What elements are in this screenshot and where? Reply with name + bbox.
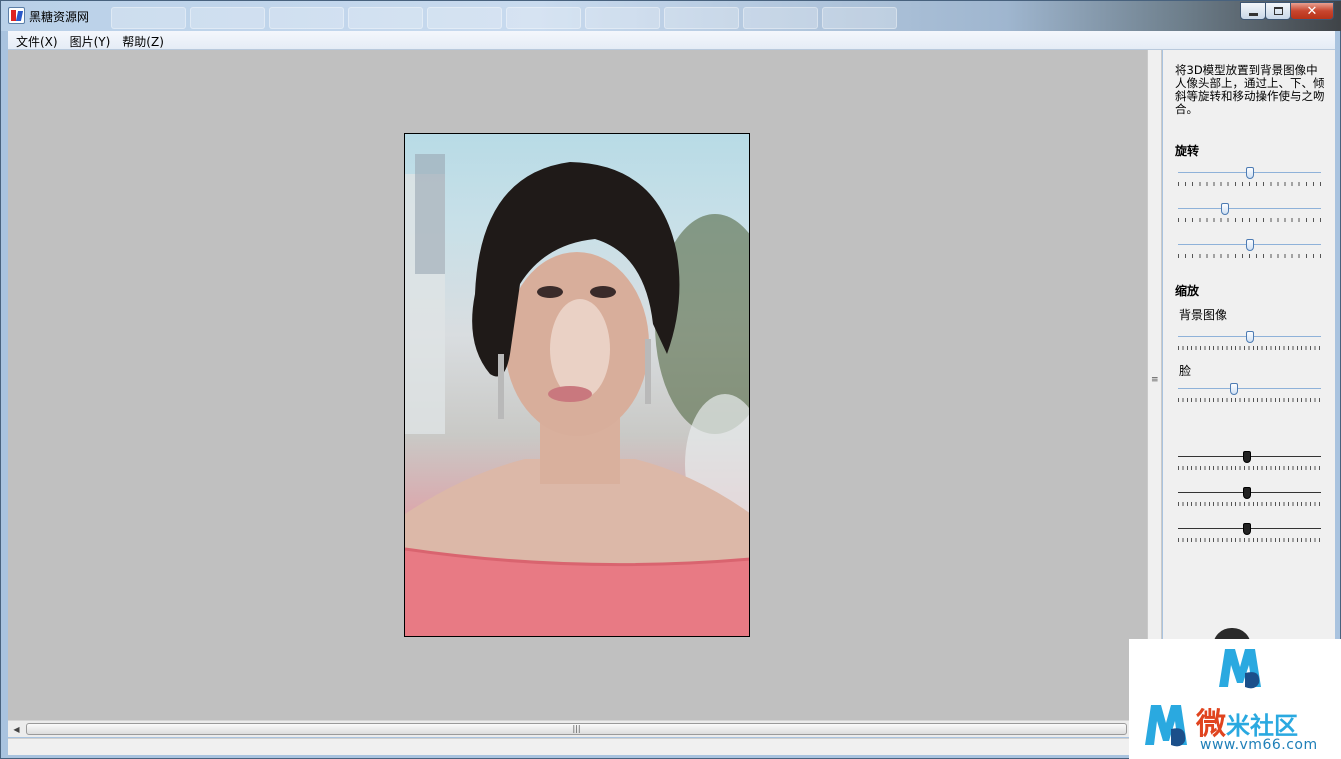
app-icon <box>8 7 25 24</box>
maximize-icon <box>1273 7 1283 15</box>
menu-help[interactable]: 帮助(Z) <box>116 31 170 49</box>
maximize-button[interactable] <box>1265 2 1291 20</box>
close-button[interactable]: ✕ <box>1290 2 1334 20</box>
scroll-thumb[interactable]: ||| <box>26 723 1127 735</box>
watermark-logo-small-icon <box>1145 705 1187 747</box>
menu-image[interactable]: 图片(Y) <box>64 31 117 49</box>
portrait-photo[interactable] <box>404 133 750 637</box>
watermark-logo-icon <box>1219 649 1261 689</box>
panel-splitter[interactable]: ≡ <box>1147 50 1162 740</box>
slider-thumb[interactable] <box>1221 203 1230 215</box>
face-zoom-slider[interactable] <box>1178 383 1321 403</box>
title-bar[interactable]: 黑糖资源网 ✕ <box>1 1 1341 31</box>
horizontal-scrollbar[interactable]: ◀ ||| ▶ <box>8 720 1147 737</box>
minimize-button[interactable] <box>1240 2 1266 20</box>
zoom-heading: 缩放 <box>1175 284 1200 298</box>
image-canvas[interactable] <box>8 50 1147 720</box>
menu-bar: 文件(X) 图片(Y) 帮助(Z) <box>8 31 1335 50</box>
background-zoom-slider[interactable] <box>1178 331 1321 351</box>
window-title: 黑糖资源网 <box>29 10 90 24</box>
background-taskbar-ghost <box>111 7 897 29</box>
slider-thumb[interactable] <box>1229 383 1238 395</box>
panel-description: 将3D模型放置到背景图像中人像头部上，通过上、下、倾斜等旋转和移动操作使与之吻合… <box>1175 63 1325 116</box>
watermark: 微米社区 www.vm66.com <box>1129 639 1341 759</box>
menu-file[interactable]: 文件(X) <box>10 31 64 49</box>
background-label: 背景图像 <box>1179 308 1228 322</box>
slider-thumb[interactable] <box>1245 167 1254 179</box>
rotation-slider-3[interactable] <box>1178 239 1321 259</box>
portrait-illustration <box>405 154 749 636</box>
slider-thumb[interactable] <box>1245 239 1254 251</box>
scroll-left-icon[interactable]: ◀ <box>8 721 25 737</box>
slider-thumb[interactable] <box>1242 451 1251 463</box>
minimize-icon <box>1248 12 1258 16</box>
position-slider-2[interactable] <box>1178 487 1321 507</box>
close-icon: ✕ <box>1306 3 1318 19</box>
slider-thumb[interactable] <box>1245 331 1254 343</box>
control-panel: 将3D模型放置到背景图像中人像头部上，通过上、下、倾斜等旋转和移动操作使与之吻合… <box>1163 50 1335 740</box>
splitter-grip-icon[interactable]: ≡ <box>1151 376 1159 388</box>
position-slider-1[interactable] <box>1178 451 1321 471</box>
rotation-heading: 旋转 <box>1175 144 1200 158</box>
rotation-slider-1[interactable] <box>1178 167 1321 187</box>
slider-thumb[interactable] <box>1242 523 1251 535</box>
face-label: 脸 <box>1179 364 1192 378</box>
window-controls: ✕ <box>1240 2 1334 20</box>
watermark-url: www.vm66.com <box>1200 737 1318 753</box>
slider-thumb[interactable] <box>1242 487 1251 499</box>
scroll-grip: ||| <box>572 724 581 733</box>
position-slider-3[interactable] <box>1178 523 1321 543</box>
rotation-slider-2[interactable] <box>1178 203 1321 223</box>
